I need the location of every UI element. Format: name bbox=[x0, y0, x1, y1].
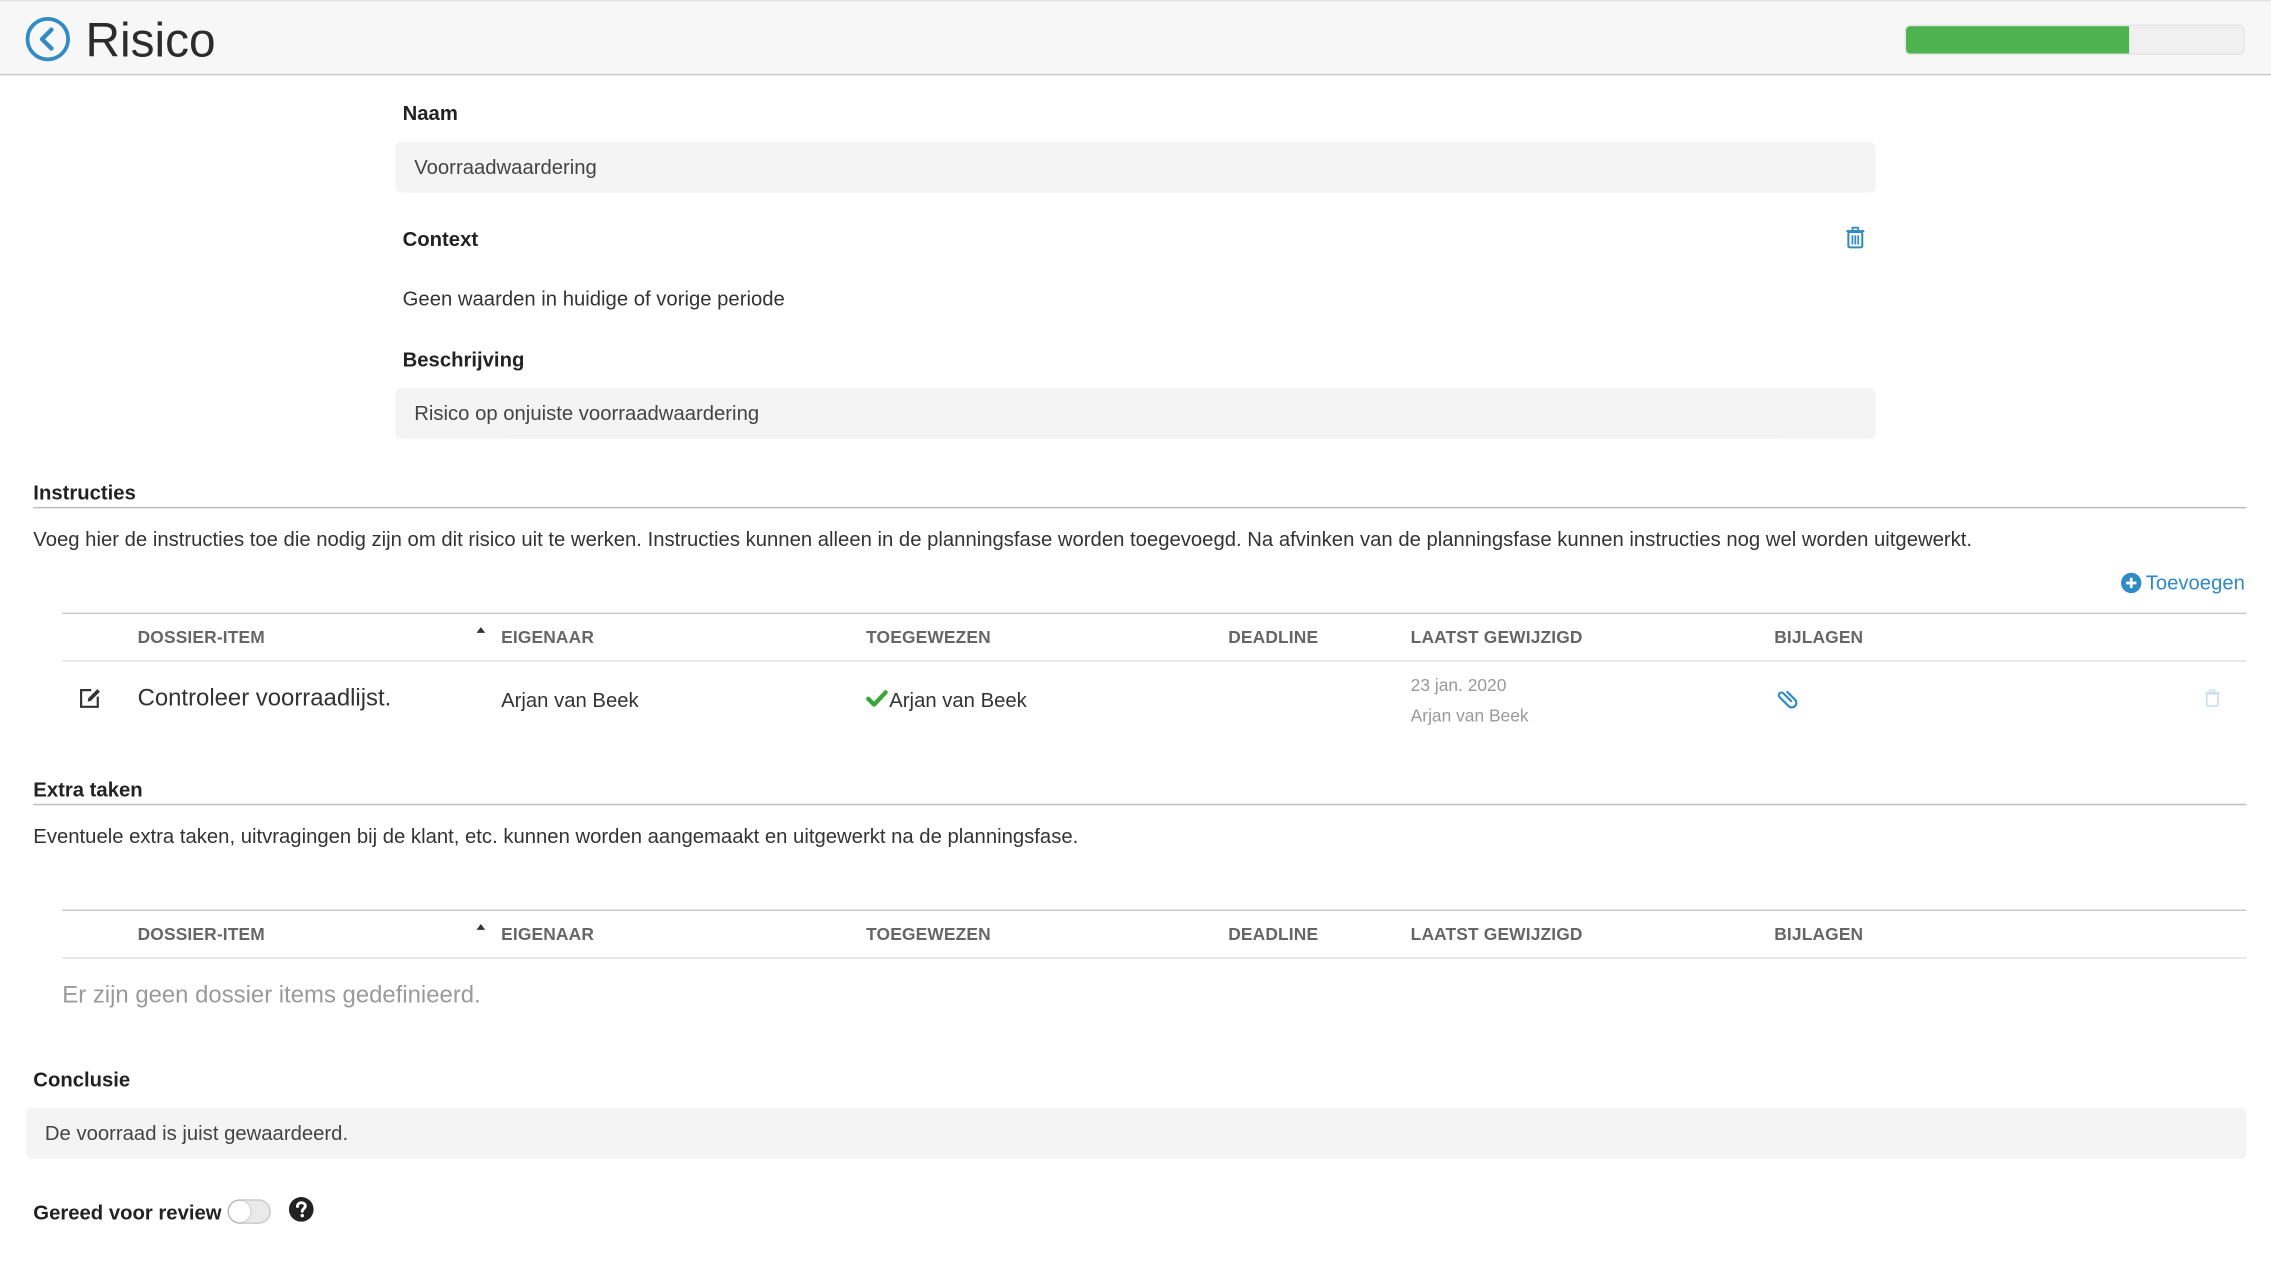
sort-asc-icon[interactable] bbox=[476, 924, 486, 930]
review-label: Gereed voor review bbox=[33, 1200, 222, 1224]
col-header-deadline[interactable]: DEADLINE bbox=[1228, 924, 1318, 944]
delete-row-icon[interactable] bbox=[2203, 688, 2222, 708]
context-value: Geen waarden in huidige of vorige period… bbox=[402, 286, 785, 310]
back-icon[interactable] bbox=[25, 16, 71, 62]
toegewezen-value: Arjan van Beek bbox=[889, 687, 1027, 712]
conclusie-field[interactable]: De voorraad is juist gewaardeerd. bbox=[26, 1107, 2247, 1159]
col-header-laatst-gewijzigd[interactable]: LAATST GEWIJZIGD bbox=[1411, 627, 1583, 647]
help-icon[interactable] bbox=[288, 1196, 314, 1222]
col-header-toegewezen[interactable]: TOEGEWEZEN bbox=[866, 627, 991, 647]
table-header-border bbox=[62, 957, 2247, 959]
trash-icon[interactable] bbox=[1844, 226, 1867, 249]
context-label: Context bbox=[402, 227, 479, 251]
col-header-bijlagen[interactable]: BIJLAGEN bbox=[1774, 924, 1863, 944]
sort-asc-icon[interactable] bbox=[476, 627, 486, 633]
progress-fill bbox=[1906, 26, 2129, 54]
extra-taken-description: Eventuele extra taken, uitvragingen bij … bbox=[33, 824, 1079, 848]
extra-taken-title: Extra taken bbox=[33, 777, 143, 801]
col-header-eigenaar[interactable]: EIGENAAR bbox=[501, 627, 594, 647]
col-header-dossier-item[interactable]: DOSSIER-ITEM bbox=[138, 627, 265, 647]
col-header-laatst-gewijzigd[interactable]: LAATST GEWIJZIGD bbox=[1411, 924, 1583, 944]
naam-label: Naam bbox=[402, 101, 458, 125]
instructies-title: Instructies bbox=[33, 480, 136, 505]
gewijzigd-door: Arjan van Beek bbox=[1410, 705, 1529, 726]
col-header-eigenaar[interactable]: EIGENAAR bbox=[501, 924, 594, 944]
col-header-toegewezen[interactable]: TOEGEWEZEN bbox=[866, 924, 991, 944]
instructies-description: Voeg hier de instructies toe die nodig z… bbox=[33, 527, 1973, 551]
plus-circle-icon bbox=[2121, 572, 2143, 593]
dossier-item-title[interactable]: Controleer voorraadlijst. bbox=[138, 685, 392, 713]
conclusie-title: Conclusie bbox=[33, 1067, 131, 1091]
progress-bar bbox=[1904, 24, 2245, 56]
section-divider bbox=[33, 506, 2247, 509]
review-toggle[interactable] bbox=[227, 1199, 271, 1224]
toggle-knob bbox=[228, 1200, 251, 1223]
edit-icon[interactable] bbox=[78, 687, 101, 710]
table-header-border bbox=[62, 660, 2247, 662]
beschrijving-field[interactable]: Risico op onjuiste voorraadwaardering bbox=[395, 388, 1876, 439]
col-header-deadline[interactable]: DEADLINE bbox=[1228, 627, 1318, 647]
col-header-bijlagen[interactable]: BIJLAGEN bbox=[1774, 627, 1863, 647]
gewijzigd-datum: 23 jan. 2020 bbox=[1410, 674, 1507, 696]
empty-table-text: Er zijn geen dossier items gedefinieerd. bbox=[62, 981, 481, 1009]
section-divider bbox=[33, 803, 2247, 806]
page-header: Risico bbox=[0, 0, 2271, 76]
table-top-border bbox=[62, 612, 2247, 615]
naam-field[interactable]: Voorraadwaardering bbox=[395, 141, 1876, 193]
table-top-border bbox=[62, 909, 2247, 912]
col-header-dossier-item[interactable]: DOSSIER-ITEM bbox=[138, 924, 265, 944]
check-icon bbox=[866, 690, 888, 707]
page-title: Risico bbox=[85, 13, 216, 67]
add-label: Toevoegen bbox=[2145, 570, 2245, 594]
paperclip-icon[interactable] bbox=[1776, 687, 1798, 710]
eigenaar-value: Arjan van Beek bbox=[501, 687, 639, 712]
add-instruction-button[interactable]: Toevoegen bbox=[2121, 571, 2245, 594]
beschrijving-label: Beschrijving bbox=[402, 347, 525, 371]
